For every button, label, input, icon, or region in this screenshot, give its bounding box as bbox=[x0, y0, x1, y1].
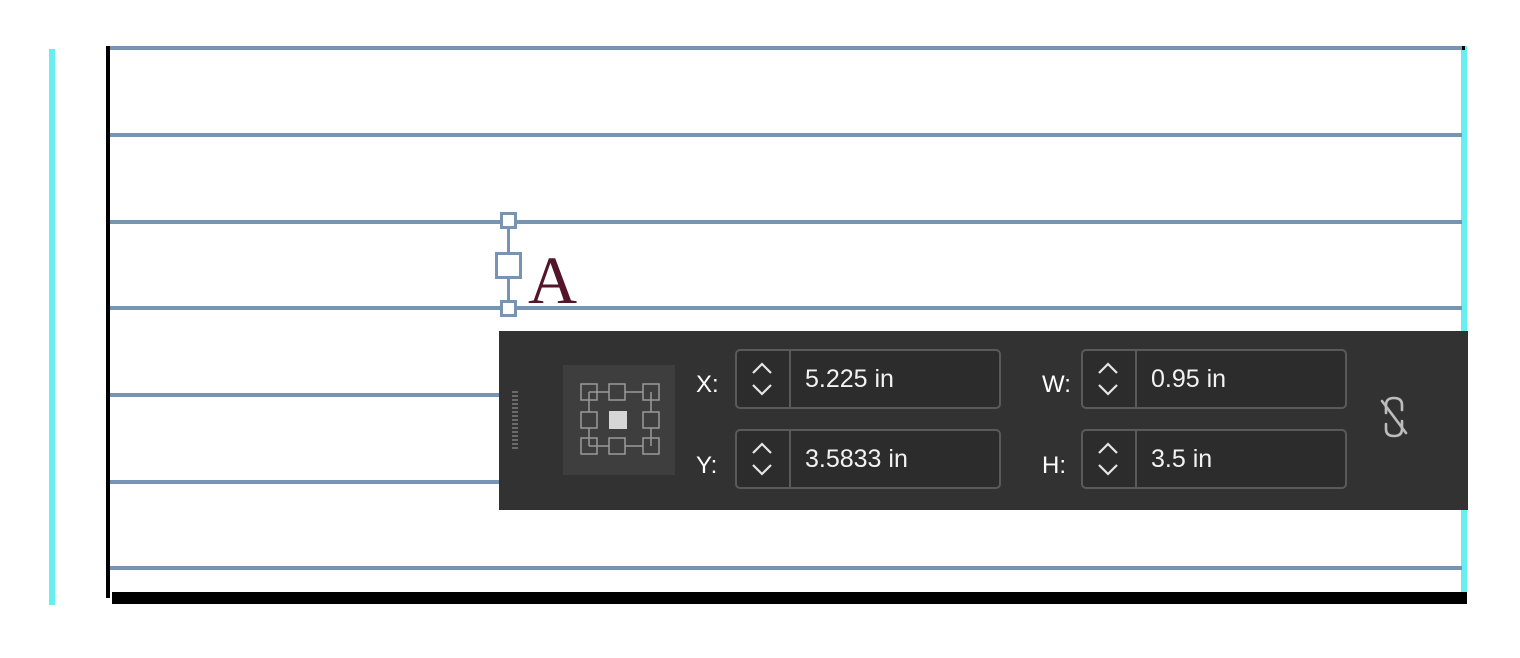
page-edge-left bbox=[106, 46, 110, 598]
left-margin-guide[interactable] bbox=[49, 49, 55, 605]
page-shadow bbox=[112, 592, 1467, 604]
y-stepper[interactable] bbox=[737, 431, 791, 487]
h-stepper[interactable] bbox=[1083, 431, 1137, 487]
y-label: Y: bbox=[696, 452, 718, 479]
h-label: H: bbox=[1042, 452, 1066, 479]
w-label: W: bbox=[1042, 371, 1071, 398]
broken-link-icon[interactable] bbox=[1377, 393, 1411, 441]
baseline-grid-line bbox=[110, 566, 1462, 570]
text-glyph[interactable]: A bbox=[528, 246, 577, 314]
w-stepper[interactable] bbox=[1083, 351, 1137, 407]
baseline-grid-line bbox=[110, 46, 1462, 50]
baseline-grid-line bbox=[110, 306, 1462, 310]
x-input[interactable]: 5.225 in bbox=[805, 366, 894, 392]
panel-drag-grip[interactable] bbox=[512, 391, 518, 451]
baseline-grid-line bbox=[110, 220, 1462, 224]
w-input[interactable]: 0.95 in bbox=[1151, 366, 1226, 392]
selection-handle-top[interactable] bbox=[500, 212, 517, 229]
x-label: X: bbox=[696, 371, 719, 398]
y-field: 3.5833 in bbox=[735, 429, 1001, 489]
x-stepper[interactable] bbox=[737, 351, 791, 407]
transform-panel: X: 5.225 in Y: 3.5833 in W: 0.95 in H: 3… bbox=[499, 331, 1468, 510]
stepper-arrows-icon bbox=[1098, 362, 1118, 396]
stepper-arrows-icon bbox=[752, 442, 772, 476]
selection-handle-center[interactable] bbox=[495, 252, 522, 279]
selection-handle-bottom[interactable] bbox=[500, 300, 517, 317]
stepper-arrows-icon bbox=[752, 362, 772, 396]
baseline-grid-line bbox=[110, 133, 1462, 137]
right-margin-guide[interactable] bbox=[1461, 46, 1467, 592]
y-input[interactable]: 3.5833 in bbox=[805, 446, 908, 472]
reference-point-selector[interactable] bbox=[563, 365, 675, 475]
h-field: 3.5 in bbox=[1081, 429, 1347, 489]
x-field: 5.225 in bbox=[735, 349, 1001, 409]
document-canvas: A X: 5.225 in Y: 3.5833 in W: 0.95 in H:… bbox=[0, 0, 1520, 658]
w-field: 0.95 in bbox=[1081, 349, 1347, 409]
stepper-arrows-icon bbox=[1098, 442, 1118, 476]
reference-point-icon bbox=[580, 383, 660, 455]
h-input[interactable]: 3.5 in bbox=[1151, 446, 1212, 472]
